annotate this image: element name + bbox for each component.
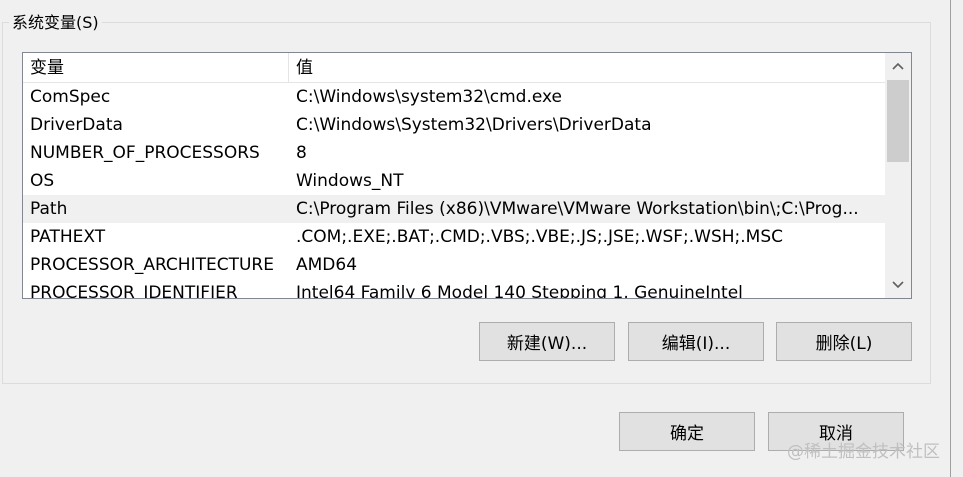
variable-value-cell: AMD64 [296,255,358,275]
system-variables-list[interactable]: 变量 值 ComSpec C:\Windows\system32\cmd.exe D… [22,52,912,299]
chevron-up-icon [892,59,904,74]
edit-button[interactable]: 编辑(I)... [628,322,764,361]
column-divider[interactable] [288,53,289,83]
variable-value-cell: Intel64 Family 6 Model 140 Stepping 1, G… [296,283,743,298]
vertical-scrollbar[interactable] [885,53,911,298]
watermark: @稀土掘金技术社区 [787,442,940,462]
scroll-up-button[interactable] [885,53,911,79]
table-row[interactable]: ComSpec C:\Windows\system32\cmd.exe [23,83,885,111]
variable-value-cell: C:\Windows\system32\cmd.exe [296,87,563,107]
table-row[interactable]: NUMBER_OF_PROCESSORS 8 [23,139,885,167]
variable-name-cell: OS [30,171,55,191]
table-row[interactable]: Path C:\Program Files (x86)\VMware\VMware… [23,195,885,223]
variable-value-cell: C:\Windows\System32\Drivers\DriverData [296,115,652,135]
new-button[interactable]: 新建(W)... [479,322,615,361]
variable-value-cell: C:\Program Files (x86)\VMware\VMware Wor… [296,199,859,219]
variable-name-cell: ComSpec [30,87,111,107]
table-row[interactable]: OS Windows_NT [23,167,885,195]
chevron-down-icon [892,278,904,293]
variable-name-cell: PROCESSOR_ARCHITECTURE [30,255,274,275]
delete-button[interactable]: 删除(L) [776,322,912,361]
variable-name-cell: DriverData [30,115,123,135]
list-rows-area: 变量 值 ComSpec C:\Windows\system32\cmd.exe D… [23,53,885,298]
scroll-thumb[interactable] [887,80,909,162]
dialog-edge [950,0,951,477]
table-row[interactable]: PROCESSOR_ARCHITECTURE AMD64 [23,251,885,279]
variable-value-cell: 8 [296,143,307,163]
variable-name-cell: PROCESSOR_IDENTIFIER [30,283,238,298]
scroll-down-button[interactable] [885,272,911,298]
variable-name-cell: NUMBER_OF_PROCESSORS [30,143,260,163]
table-row[interactable]: PATHEXT .COM;.EXE;.BAT;.CMD;.VBS;.VBE;.JS… [23,223,885,251]
ok-button[interactable]: 确定 [619,412,755,451]
variable-value-cell: Windows_NT [296,171,404,191]
column-header-variable[interactable]: 变量 [30,53,64,83]
group-label: 系统变量(S) [9,12,102,34]
variable-value-cell: .COM;.EXE;.BAT;.CMD;.VBS;.VBE;.JS;.JSE;.… [296,227,784,247]
list-header: 变量 值 [23,53,885,83]
table-row[interactable]: PROCESSOR_IDENTIFIER Intel64 Family 6 Mod… [23,279,885,298]
table-row[interactable]: DriverData C:\Windows\System32\Drivers\Dr… [23,111,885,139]
column-header-value[interactable]: 值 [296,53,313,83]
variable-name-cell: Path [30,199,68,219]
variable-name-cell: PATHEXT [30,227,106,247]
